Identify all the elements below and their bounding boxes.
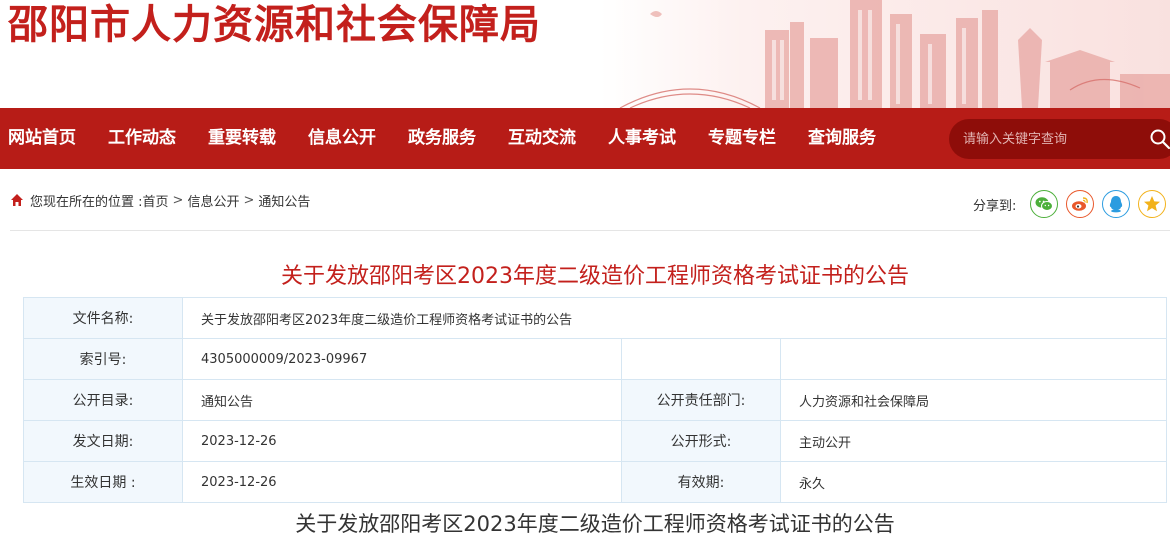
breadcrumb-separator: > xyxy=(243,192,255,208)
nav-item-personnel-exams[interactable]: 人事考试 xyxy=(608,108,676,169)
nav-item-query-services[interactable]: 查询服务 xyxy=(808,108,876,169)
catalog-value: 通知公告 xyxy=(182,379,622,421)
home-icon xyxy=(11,194,23,206)
issue-date-label: 发文日期: xyxy=(23,420,183,462)
nav-item-info-disclosure[interactable]: 信息公开 xyxy=(308,108,376,169)
nav-item-gov-services[interactable]: 政务服务 xyxy=(408,108,476,169)
nav-item-work-news[interactable]: 工作动态 xyxy=(108,108,176,169)
article-title: 关于发放邵阳考区2023年度二级造价工程师资格考试证书的公告 xyxy=(281,264,909,289)
dept-label: 公开责任部门: xyxy=(621,379,781,421)
search-box xyxy=(949,119,1170,159)
effective-date-label: 生效日期 : xyxy=(23,461,183,503)
nav-item-interaction[interactable]: 互动交流 xyxy=(508,108,576,169)
effective-date-value: 2023-12-26 xyxy=(182,461,622,503)
doc-name-value: 关于发放邵阳考区2023年度二级造价工程师资格考试证书的公告 xyxy=(182,297,1167,339)
table-row: 生效日期 : 2023-12-26 有效期: 永久 xyxy=(23,461,1167,503)
article-body-title: 关于发放邵阳考区2023年度二级造价工程师资格考试证书的公告 xyxy=(295,512,895,536)
breadcrumb-separator: > xyxy=(172,192,184,208)
search-input[interactable] xyxy=(963,119,1143,159)
table-row: 文件名称: 关于发放邵阳考区2023年度二级造价工程师资格考试证书的公告 xyxy=(23,297,1167,339)
index-value: 4305000009/2023-09967 xyxy=(182,338,622,380)
share-qq-button[interactable] xyxy=(1102,190,1131,218)
table-row: 公开目录: 通知公告 公开责任部门: 人力资源和社会保障局 xyxy=(23,379,1167,421)
site-header: 邵阳市人力资源和社会保障局 xyxy=(0,0,1170,108)
city-skyline-illustration xyxy=(619,0,1170,108)
nav-item-reprints[interactable]: 重要转载 xyxy=(208,108,276,169)
qq-icon xyxy=(1110,196,1123,213)
validity-value: 永久 xyxy=(780,461,1167,503)
empty-cell xyxy=(780,338,1167,380)
nav-item-special-topics[interactable]: 专题专栏 xyxy=(708,108,776,169)
share-label: 分享到: xyxy=(973,198,1017,214)
breadcrumb-home-link[interactable]: 首页 xyxy=(143,191,169,210)
nav-item-home[interactable]: 网站首页 xyxy=(8,108,76,169)
share-bar: 分享到: xyxy=(973,189,1170,219)
weibo-icon xyxy=(1072,197,1089,211)
doc-name-label: 文件名称: xyxy=(23,297,183,339)
index-label: 索引号: xyxy=(23,338,183,380)
issue-date-value: 2023-12-26 xyxy=(182,420,622,462)
share-qzone-button[interactable] xyxy=(1138,190,1167,218)
breadcrumb-notices-link[interactable]: 通知公告 xyxy=(258,191,310,210)
validity-label: 有效期: xyxy=(621,461,781,503)
breadcrumb-prefix: 您现在所在的位置 : xyxy=(30,194,143,210)
wechat-icon xyxy=(1035,197,1054,211)
site-title: 邵阳市人力资源和社会保障局 xyxy=(8,2,541,48)
table-row: 索引号: 4305000009/2023-09967 xyxy=(23,338,1167,380)
breadcrumb-info-disclosure-link[interactable]: 信息公开 xyxy=(187,191,239,210)
breadcrumb: 您现在所在的位置 : 首页 > 信息公开 > 通知公告 xyxy=(10,190,310,210)
form-label: 公开形式: xyxy=(621,420,781,462)
document-info-table: 文件名称: 关于发放邵阳考区2023年度二级造价工程师资格考试证书的公告 索引号… xyxy=(23,297,1167,503)
qzone-icon xyxy=(1144,196,1161,212)
dept-value: 人力资源和社会保障局 xyxy=(780,379,1167,421)
form-value: 主动公开 xyxy=(780,420,1167,462)
table-row: 发文日期: 2023-12-26 公开形式: 主动公开 xyxy=(23,420,1167,462)
empty-cell xyxy=(621,338,781,380)
search-icon[interactable] xyxy=(1149,128,1170,150)
share-wechat-button[interactable] xyxy=(1030,190,1059,218)
divider xyxy=(10,230,1170,231)
share-weibo-button[interactable] xyxy=(1066,190,1095,218)
catalog-label: 公开目录: xyxy=(23,379,183,421)
